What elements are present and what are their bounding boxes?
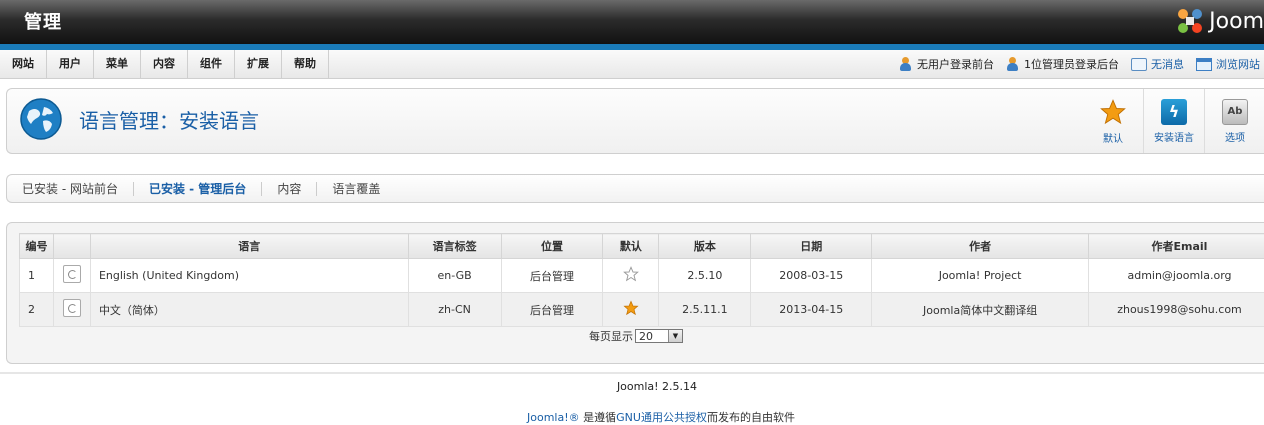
- joomla-link[interactable]: Joomla!®: [527, 411, 580, 424]
- menu-menus[interactable]: 菜单: [94, 50, 141, 78]
- menu-extensions[interactable]: 扩展: [235, 50, 282, 78]
- license-text-post: 而发布的自由软件: [707, 411, 795, 424]
- row-author: Joomla简体中文翻译组: [872, 293, 1089, 327]
- admin-user-icon: [1006, 57, 1020, 71]
- page-toolbar: 语言管理：安装语言 默认 ϟ 安装语言 Ab 选项: [6, 88, 1264, 154]
- page-title: 语言管理：安装语言: [79, 105, 259, 134]
- options-button[interactable]: Ab 选项: [1204, 89, 1264, 153]
- divider: [0, 372, 1264, 374]
- view-site-label: 浏览网站: [1216, 56, 1260, 72]
- tab-installed-admin[interactable]: 已安装 - 管理后台: [134, 182, 262, 196]
- row-version: 2.5.10: [659, 259, 751, 293]
- menu-content[interactable]: 内容: [141, 50, 188, 78]
- lightning-icon: ϟ: [1161, 99, 1187, 125]
- row-version: 2.5.11.1: [659, 293, 751, 327]
- radio-select[interactable]: [63, 299, 81, 317]
- install-language-button[interactable]: ϟ 安装语言: [1143, 89, 1204, 153]
- row-email: zhous1998@sohu.com: [1088, 293, 1264, 327]
- radio-select[interactable]: [63, 265, 81, 283]
- header-title: 管理: [24, 8, 62, 34]
- row-location: 后台管理: [501, 259, 603, 293]
- per-page-value: 20: [639, 330, 653, 343]
- tab-overrides[interactable]: 语言覆盖: [317, 182, 395, 196]
- chevron-down-icon: ▼: [668, 330, 682, 342]
- menu-components[interactable]: 组件: [188, 50, 235, 78]
- row-language: English (United Kingdom): [90, 259, 408, 293]
- menu-users[interactable]: 用户: [47, 50, 94, 78]
- message-icon: [1131, 58, 1147, 71]
- col-email[interactable]: 作者Email: [1088, 234, 1264, 259]
- frontend-users-status[interactable]: 无用户登录前台: [899, 56, 994, 72]
- row-select: [53, 293, 90, 327]
- col-default[interactable]: 默认: [603, 234, 659, 259]
- messages-link[interactable]: 无消息: [1131, 56, 1184, 72]
- logo-text: Joom: [1209, 9, 1264, 34]
- admin-header: 管理 Joom: [0, 0, 1264, 44]
- per-page-select[interactable]: 20 ▼: [635, 329, 683, 343]
- install-language-label: 安装语言: [1154, 129, 1194, 144]
- row-num: 1: [20, 259, 54, 293]
- row-language: 中文（简体）: [90, 293, 408, 327]
- frontend-users-label: 无用户登录前台: [917, 56, 994, 72]
- default-button[interactable]: 默认: [1083, 89, 1143, 153]
- menu-bar: 网站 用户 菜单 内容 组件 扩展 帮助 无用户登录前台 1位管理员登录后台 无…: [0, 50, 1264, 79]
- main-menu: 网站 用户 菜单 内容 组件 扩展 帮助: [0, 50, 329, 78]
- col-select: [53, 234, 90, 259]
- status-area: 无用户登录前台 1位管理员登录后台 无消息 浏览网站: [899, 50, 1260, 78]
- col-date[interactable]: 日期: [751, 234, 872, 259]
- col-language[interactable]: 语言: [90, 234, 408, 259]
- col-tag[interactable]: 语言标签: [408, 234, 501, 259]
- default-button-label: 默认: [1103, 130, 1123, 145]
- sub-navigation: 已安装 - 网站前台 已安装 - 管理后台 内容 语言覆盖: [6, 174, 1264, 203]
- row-default: [603, 293, 659, 327]
- menu-help[interactable]: 帮助: [282, 50, 329, 78]
- row-select: [53, 259, 90, 293]
- backend-admins-label: 1位管理员登录后台: [1024, 56, 1119, 72]
- footer-version: Joomla! 2.5.14: [0, 380, 1264, 393]
- col-author[interactable]: 作者: [872, 234, 1089, 259]
- browser-icon: [1196, 58, 1212, 71]
- user-icon: [899, 57, 913, 71]
- globe-icon: [19, 97, 63, 141]
- row-num: 2: [20, 293, 54, 327]
- row-author: Joomla! Project: [872, 259, 1089, 293]
- tab-content[interactable]: 内容: [262, 182, 317, 196]
- row-default: [603, 259, 659, 293]
- star-outline-icon[interactable]: [623, 266, 639, 282]
- row-location: 后台管理: [501, 293, 603, 327]
- joomla-logo[interactable]: Joom: [1175, 4, 1264, 38]
- messages-label: 无消息: [1151, 56, 1184, 72]
- menu-site[interactable]: 网站: [0, 50, 47, 78]
- pagination: 每页显示 20 ▼: [7, 328, 1264, 344]
- col-version[interactable]: 版本: [659, 234, 751, 259]
- row-tag: en-GB: [408, 259, 501, 293]
- col-num[interactable]: 编号: [20, 234, 54, 259]
- per-page-label: 每页显示: [589, 328, 633, 344]
- col-location[interactable]: 位置: [501, 234, 603, 259]
- joomla-logo-icon: [1175, 6, 1205, 36]
- backend-admins-status[interactable]: 1位管理员登录后台: [1006, 56, 1119, 72]
- row-email: admin@joomla.org: [1088, 259, 1264, 293]
- options-icon: Ab: [1222, 99, 1248, 125]
- table-row: 2 中文（简体） zh-CN 后台管理 2.5.11.1 2013-04-15 …: [20, 293, 1264, 327]
- gpl-link[interactable]: GNU通用公共授权: [616, 411, 707, 424]
- table-row: 1 English (United Kingdom) en-GB 后台管理 2.…: [20, 259, 1264, 293]
- star-filled-icon: [623, 300, 639, 316]
- license-text-pre: 是遵循: [580, 411, 617, 424]
- star-icon: [1099, 98, 1127, 126]
- options-label: 选项: [1225, 129, 1245, 144]
- languages-table: 编号 语言 语言标签 位置 默认 版本 日期 作者 作者Email 1 Engl…: [19, 233, 1264, 327]
- row-date: 2013-04-15: [751, 293, 872, 327]
- tab-installed-site[interactable]: 已安装 - 网站前台: [7, 182, 134, 196]
- row-tag: zh-CN: [408, 293, 501, 327]
- languages-panel: 编号 语言 语言标签 位置 默认 版本 日期 作者 作者Email 1 Engl…: [6, 222, 1264, 364]
- row-date: 2008-03-15: [751, 259, 872, 293]
- toolbar-buttons: 默认 ϟ 安装语言 Ab 选项: [1083, 89, 1264, 153]
- table-header-row: 编号 语言 语言标签 位置 默认 版本 日期 作者 作者Email: [20, 234, 1264, 259]
- view-site-link[interactable]: 浏览网站: [1196, 56, 1260, 72]
